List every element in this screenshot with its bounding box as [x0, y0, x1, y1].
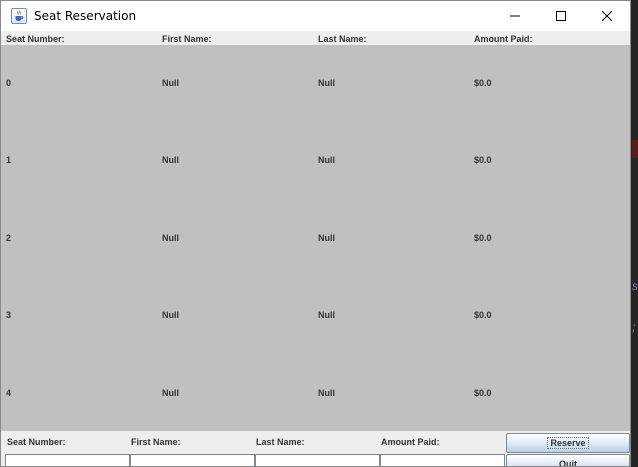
header-first-name: First Name:: [162, 34, 212, 44]
last-name-label: Last Name:: [256, 437, 305, 447]
first-name-cell: Null: [162, 388, 179, 398]
seat-number-label: Seat Number:: [7, 437, 66, 447]
header-amount-paid: Amount Paid:: [474, 34, 533, 44]
seat-reservation-window: Seat Reservation Seat Number: First Name…: [0, 0, 631, 467]
last-name-cell: Null: [318, 233, 335, 243]
first-name-cell: Null: [162, 155, 179, 165]
background-editor: [631, 0, 638, 467]
last-name-cell: Null: [318, 388, 335, 398]
first-name-label: First Name:: [131, 437, 181, 447]
last-name-cell: Null: [318, 310, 335, 320]
seat-number-cell: 1: [6, 155, 12, 165]
first-name-cell: Null: [162, 233, 179, 243]
first-name-cell: Null: [162, 78, 179, 88]
background-editor-glyph: s: [632, 279, 638, 293]
close-button[interactable]: [584, 1, 630, 31]
amount-paid-cell: $0.0: [474, 310, 492, 320]
header-last-name: Last Name:: [318, 34, 367, 44]
maximize-button[interactable]: [538, 1, 584, 31]
background-editor-highlight: [632, 140, 638, 158]
first-name-cell: Null: [162, 310, 179, 320]
amount-paid-field[interactable]: [380, 454, 505, 466]
amount-paid-cell: $0.0: [474, 233, 492, 243]
title-bar[interactable]: Seat Reservation: [1, 1, 630, 31]
table-row: 4 Null Null $0.0: [1, 355, 630, 432]
header-seat-number: Seat Number:: [6, 34, 65, 44]
table-row: 3 Null Null $0.0: [1, 277, 630, 354]
last-name-field[interactable]: [255, 454, 380, 466]
last-name-cell: Null: [318, 78, 335, 88]
minimize-icon: [510, 15, 520, 17]
background-editor-glyph: ;: [632, 320, 636, 334]
seat-number-cell: 3: [6, 310, 12, 320]
table-row: 0 Null Null $0.0: [1, 45, 630, 122]
last-name-cell: Null: [318, 155, 335, 165]
first-name-field[interactable]: [130, 454, 255, 466]
maximize-icon: [556, 11, 566, 21]
amount-paid-cell: $0.0: [474, 155, 492, 165]
reservation-form: Seat Number: First Name: Last Name: Amou…: [1, 431, 630, 466]
table-row: 1 Null Null $0.0: [1, 122, 630, 199]
close-icon: [602, 11, 612, 21]
seat-number-field[interactable]: [5, 454, 130, 466]
java-cup-icon: [11, 8, 27, 24]
table-header: Seat Number: First Name: Last Name: Amou…: [1, 31, 630, 45]
minimize-button[interactable]: [492, 1, 538, 31]
seat-number-cell: 2: [6, 233, 12, 243]
reserve-button[interactable]: Reserve: [506, 433, 630, 453]
amount-paid-cell: $0.0: [474, 78, 492, 88]
table-row: 2 Null Null $0.0: [1, 200, 630, 277]
reserve-button-label: Reserve: [547, 437, 589, 449]
seat-number-cell: 0: [6, 78, 12, 88]
amount-paid-label: Amount Paid:: [381, 437, 440, 447]
window-title: Seat Reservation: [34, 9, 137, 23]
amount-paid-cell: $0.0: [474, 388, 492, 398]
seat-table: 0 Null Null $0.0 1 Null Null $0.0 2 Null…: [1, 45, 630, 431]
quit-button[interactable]: Quit: [506, 454, 630, 466]
seat-number-cell: 4: [6, 388, 12, 398]
